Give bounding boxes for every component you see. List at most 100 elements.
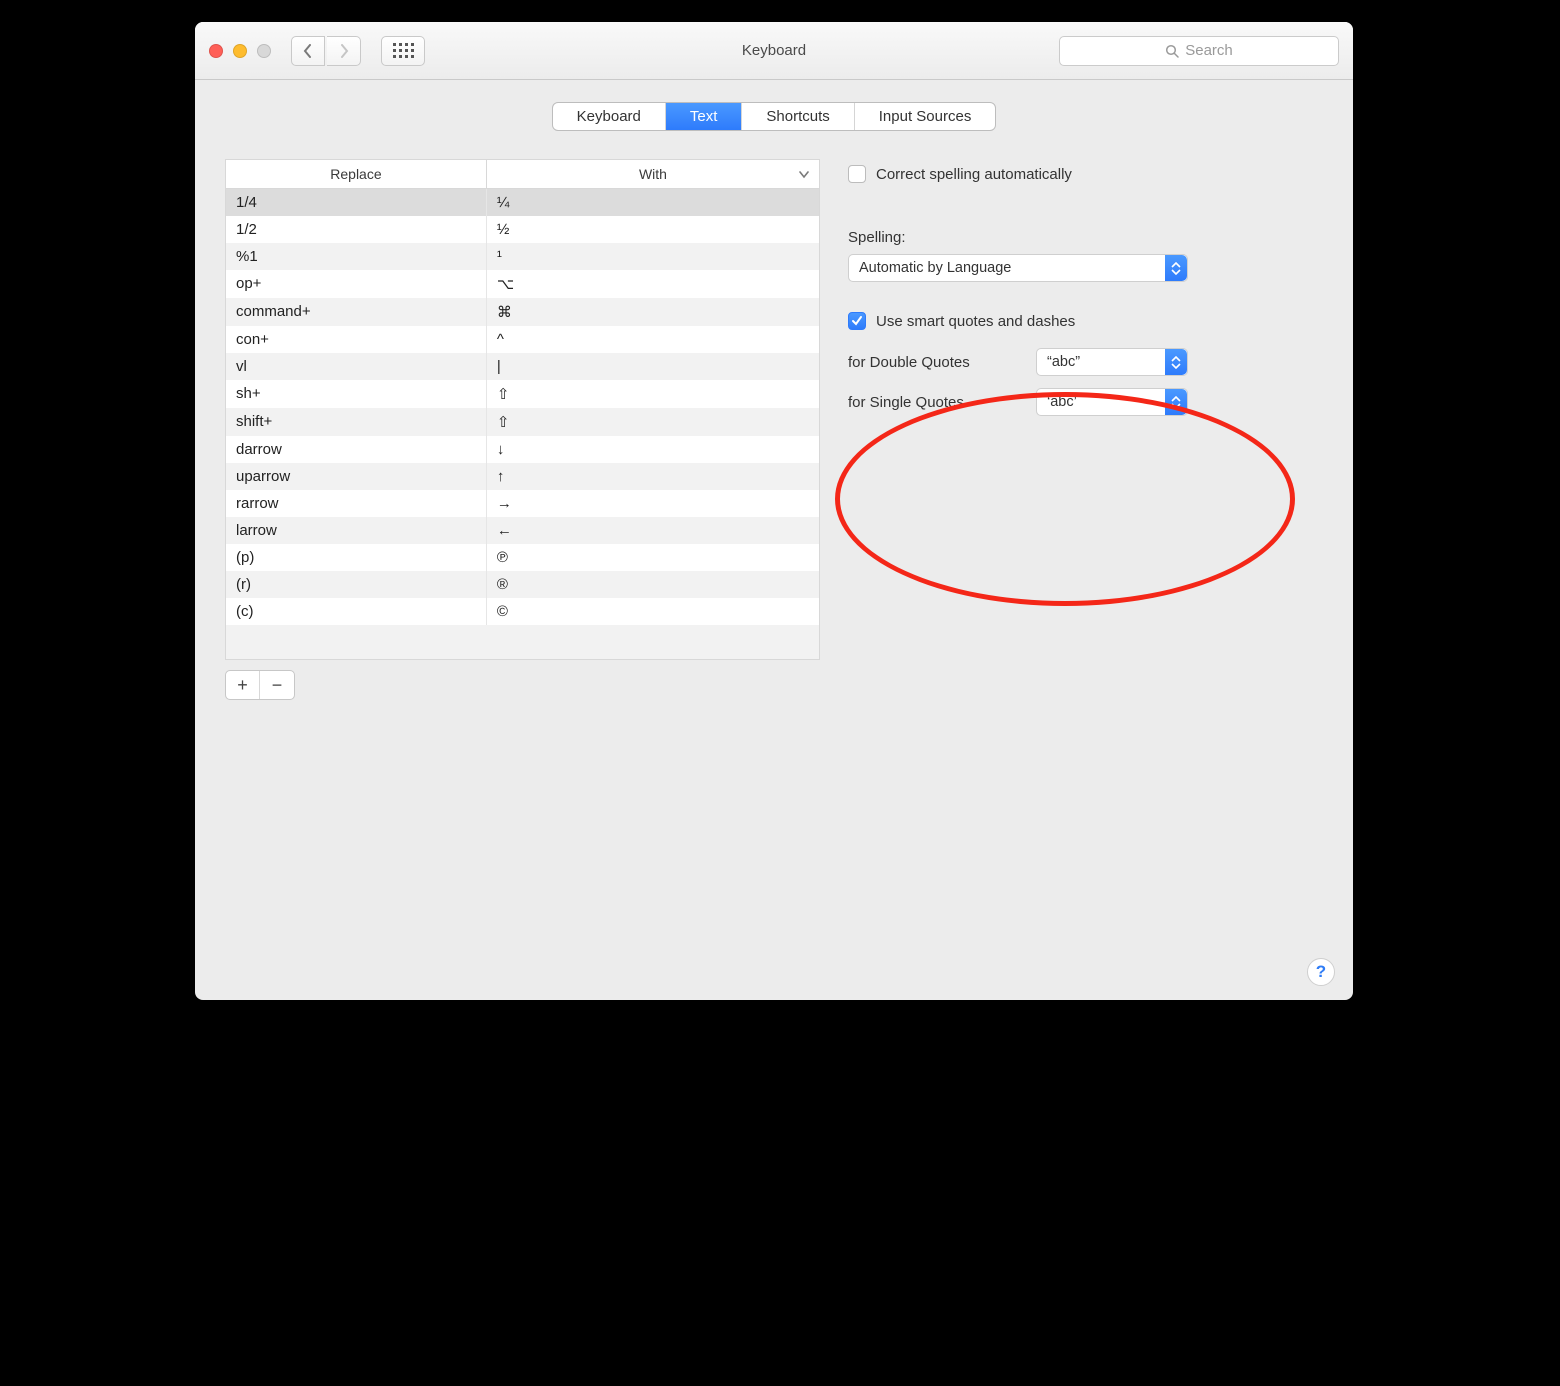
cell-with: ⇧ bbox=[487, 408, 819, 436]
zoom-window-button[interactable] bbox=[257, 44, 271, 58]
cell-replace: darrow bbox=[226, 436, 487, 463]
cell-replace: rarrow bbox=[226, 490, 487, 517]
add-row-button[interactable]: + bbox=[226, 671, 260, 699]
table-row[interactable]: %1¹ bbox=[226, 243, 819, 270]
replacements-table: Replace With 1/4¼1/2½%1¹op+⌥command+⌘con… bbox=[225, 159, 820, 660]
replacements-panel: Replace With 1/4¼1/2½%1¹op+⌥command+⌘con… bbox=[225, 159, 820, 700]
cell-with: ⌥ bbox=[487, 270, 819, 298]
table-row[interactable]: shift+⇧ bbox=[226, 408, 819, 436]
cell-with: ^ bbox=[487, 326, 819, 353]
correct-spelling-row: Correct spelling automatically bbox=[848, 165, 1323, 183]
cell-with: ½ bbox=[487, 216, 819, 243]
options-panel: Correct spelling automatically Spelling:… bbox=[848, 159, 1323, 428]
titlebar: Keyboard Search bbox=[195, 22, 1353, 80]
segmented-tabs: KeyboardTextShortcutsInput Sources bbox=[552, 102, 997, 131]
table-row[interactable]: darrow↓ bbox=[226, 436, 819, 463]
double-quotes-row: for Double Quotes “abc” bbox=[848, 348, 1323, 376]
smart-quotes-checkbox[interactable] bbox=[848, 312, 866, 330]
preferences-window: Keyboard Search KeyboardTextShortcutsInp… bbox=[195, 22, 1353, 1000]
table-add-remove: + − bbox=[225, 670, 295, 700]
cell-replace: larrow bbox=[226, 517, 487, 544]
cell-with: → bbox=[487, 490, 819, 517]
tab-text[interactable]: Text bbox=[666, 103, 743, 130]
remove-row-button[interactable]: − bbox=[260, 671, 294, 699]
cell-with: ↓ bbox=[487, 436, 819, 463]
stepper-icon bbox=[1165, 389, 1187, 415]
check-icon bbox=[851, 315, 863, 327]
tab-bar: KeyboardTextShortcutsInput Sources bbox=[195, 80, 1353, 149]
cell-replace: uparrow bbox=[226, 463, 487, 490]
double-quotes-label: for Double Quotes bbox=[848, 354, 1024, 371]
cell-with: ↑ bbox=[487, 463, 819, 490]
header-with[interactable]: With bbox=[487, 160, 819, 188]
search-icon bbox=[1165, 44, 1179, 58]
table-row[interactable]: rarrow→ bbox=[226, 490, 819, 517]
help-button[interactable]: ? bbox=[1307, 958, 1335, 986]
double-quotes-select[interactable]: “abc” bbox=[1036, 348, 1188, 376]
single-quotes-value: ‘abc’ bbox=[1047, 394, 1077, 410]
table-row[interactable]: (c)© bbox=[226, 598, 819, 625]
help-icon: ? bbox=[1316, 962, 1326, 982]
spelling-select-value: Automatic by Language bbox=[859, 260, 1011, 276]
spelling-heading: Spelling: bbox=[848, 229, 1323, 246]
single-quotes-label: for Single Quotes bbox=[848, 394, 1024, 411]
header-replace-label: Replace bbox=[330, 166, 381, 182]
cell-replace: 1/4 bbox=[226, 189, 487, 216]
table-row-empty bbox=[226, 625, 819, 659]
spelling-select[interactable]: Automatic by Language bbox=[848, 254, 1188, 282]
cell-replace: 1/2 bbox=[226, 216, 487, 243]
table-row[interactable]: (p)℗ bbox=[226, 544, 819, 571]
nav-back-forward bbox=[291, 36, 361, 66]
cell-with: ⇧ bbox=[487, 380, 819, 408]
cell-replace: con+ bbox=[226, 326, 487, 353]
table-row[interactable]: (r)® bbox=[226, 571, 819, 598]
tab-keyboard[interactable]: Keyboard bbox=[553, 103, 666, 130]
grid-icon bbox=[393, 43, 414, 58]
cell-replace: %1 bbox=[226, 243, 487, 270]
search-placeholder: Search bbox=[1185, 42, 1233, 59]
minimize-window-button[interactable] bbox=[233, 44, 247, 58]
smart-quotes-label: Use smart quotes and dashes bbox=[876, 313, 1075, 330]
table-row[interactable]: uparrow↑ bbox=[226, 463, 819, 490]
cell-with: ⌘ bbox=[487, 298, 819, 326]
show-all-button[interactable] bbox=[381, 36, 425, 66]
table-row[interactable]: command+⌘ bbox=[226, 298, 819, 326]
traffic-lights bbox=[209, 44, 271, 58]
cell-replace: (p) bbox=[226, 544, 487, 571]
table-row[interactable]: sh+⇧ bbox=[226, 380, 819, 408]
tab-shortcuts[interactable]: Shortcuts bbox=[742, 103, 854, 130]
header-replace[interactable]: Replace bbox=[226, 160, 487, 188]
chevron-left-icon bbox=[303, 44, 313, 58]
cell-replace: vl bbox=[226, 353, 487, 380]
header-with-label: With bbox=[639, 166, 667, 182]
cell-with: ® bbox=[487, 571, 819, 598]
cell-with: | bbox=[487, 353, 819, 380]
cell-with: ¼ bbox=[487, 189, 819, 216]
cell-with: ← bbox=[487, 517, 819, 544]
table-row[interactable]: op+⌥ bbox=[226, 270, 819, 298]
cell-replace: op+ bbox=[226, 270, 487, 298]
content-area: Replace With 1/4¼1/2½%1¹op+⌥command+⌘con… bbox=[195, 149, 1353, 728]
single-quotes-select[interactable]: ‘abc’ bbox=[1036, 388, 1188, 416]
table-header: Replace With bbox=[226, 160, 819, 189]
table-row[interactable]: 1/2½ bbox=[226, 216, 819, 243]
correct-spelling-checkbox[interactable] bbox=[848, 165, 866, 183]
stepper-icon bbox=[1165, 255, 1187, 281]
table-row[interactable]: 1/4¼ bbox=[226, 189, 819, 216]
cell-replace: shift+ bbox=[226, 408, 487, 436]
table-body: 1/4¼1/2½%1¹op+⌥command+⌘con+^vl|sh+⇧shif… bbox=[226, 189, 819, 659]
double-quotes-value: “abc” bbox=[1047, 354, 1080, 370]
close-window-button[interactable] bbox=[209, 44, 223, 58]
table-row[interactable]: con+^ bbox=[226, 326, 819, 353]
cell-with: © bbox=[487, 598, 819, 625]
cell-with: ¹ bbox=[487, 243, 819, 270]
forward-button[interactable] bbox=[327, 36, 361, 66]
single-quotes-row: for Single Quotes ‘abc’ bbox=[848, 388, 1323, 416]
cell-replace: command+ bbox=[226, 298, 487, 326]
table-row[interactable]: larrow← bbox=[226, 517, 819, 544]
chevron-down-icon bbox=[799, 166, 809, 182]
table-row[interactable]: vl| bbox=[226, 353, 819, 380]
tab-input-sources[interactable]: Input Sources bbox=[855, 103, 996, 130]
search-input[interactable]: Search bbox=[1059, 36, 1339, 66]
back-button[interactable] bbox=[291, 36, 325, 66]
